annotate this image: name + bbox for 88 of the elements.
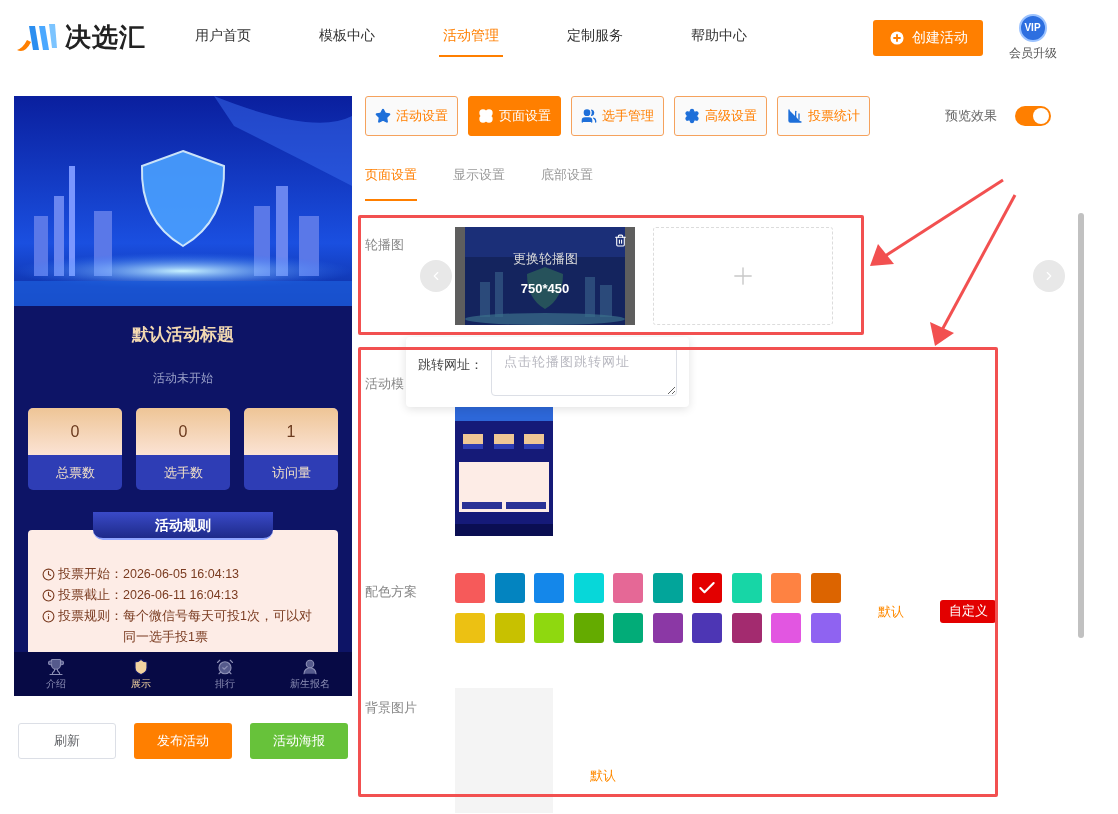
create-activity-button[interactable]: 创建活动 [873, 19, 983, 56]
rule-label: 投票截止： [58, 587, 123, 604]
default-option[interactable]: 默认 [590, 766, 616, 784]
flower-icon [478, 108, 494, 124]
subtab[interactable]: 底部设置 [541, 150, 593, 201]
upgrade-label[interactable]: 会员升级 [1008, 43, 1057, 62]
stat-value: 0 [70, 421, 80, 442]
color-swatch[interactable] [573, 573, 604, 603]
tab-bar-item[interactable]: 新生报名 [267, 652, 352, 696]
action-button[interactable]: 活动海报 [250, 723, 348, 759]
trash-icon[interactable] [614, 234, 627, 247]
color-swatch[interactable] [494, 613, 525, 643]
stat-label: 选手数 [163, 463, 203, 482]
color-swatch[interactable] [692, 613, 723, 643]
rule-value: 2026-06-05 16:04:13 [123, 566, 241, 583]
field-label: 背景图片 [365, 699, 418, 717]
tab-bar-item[interactable]: 展示 [98, 652, 183, 696]
color-swatch[interactable] [692, 573, 723, 603]
color-swatch[interactable] [731, 613, 762, 643]
logo-text: 决选汇 [65, 21, 146, 54]
toolbar-tab[interactable]: 活动设置 [365, 96, 458, 136]
custom-color-button[interactable]: 自定义 [940, 599, 996, 623]
nav-link[interactable]: 帮助中心 [687, 16, 751, 57]
color-swatch[interactable] [613, 573, 644, 603]
rule-value: 2026-06-11 16:04:13 [123, 587, 240, 604]
clock-icon [42, 589, 55, 602]
color-swatch[interactable] [652, 573, 683, 603]
scrollbar-thumb[interactable] [1078, 213, 1084, 638]
stat-label: 访问量 [271, 463, 311, 482]
field-label: 轮播图 [365, 236, 405, 254]
nav-link[interactable]: 模板中心 [315, 16, 379, 57]
toolbar-tab[interactable]: 选手管理 [571, 96, 664, 136]
rules-heading: 活动规则 [93, 512, 273, 540]
color-swatch[interactable] [731, 573, 762, 603]
color-swatch[interactable] [771, 613, 802, 643]
link-label: 跳转网址： [418, 356, 484, 374]
subtab[interactable]: 显示设置 [453, 150, 505, 201]
rule-label: 投票开始： [58, 566, 123, 583]
color-swatch[interactable] [494, 573, 525, 603]
action-button[interactable]: 发布活动 [134, 723, 232, 759]
clock-icon [42, 568, 55, 581]
trophy-icon [47, 657, 66, 676]
field-label: 活动模 [365, 376, 404, 391]
activity-status: 活动未开始 [153, 370, 213, 387]
color-swatch[interactable] [771, 573, 802, 603]
color-swatch[interactable] [652, 613, 683, 643]
stat-value: 0 [178, 421, 188, 442]
toolbar-tab[interactable]: 投票统计 [777, 96, 870, 136]
image-size-label: 750*450 [520, 279, 570, 298]
toolbar-tab[interactable]: 高级设置 [674, 96, 767, 136]
nav-link[interactable]: 用户首页 [191, 16, 255, 57]
plus-circle-icon [888, 28, 906, 47]
color-swatch[interactable] [455, 613, 485, 643]
rule-value: 每个微信号每天可投1次，可以对同一选手投1票 [123, 608, 313, 646]
stat-label: 总票数 [55, 463, 95, 482]
carousel-image[interactable]: 更换轮播图 750*450 [455, 227, 635, 325]
color-swatch[interactable] [455, 573, 485, 603]
activity-title: 默认活动标题 [132, 324, 234, 347]
action-button[interactable]: 刷新 [18, 723, 116, 759]
nav-link[interactable]: 活动管理 [439, 16, 503, 57]
color-swatch[interactable] [811, 613, 842, 643]
toolbar-tab[interactable]: 页面设置 [468, 96, 561, 136]
replace-image-label: 更换轮播图 [512, 250, 578, 268]
star-icon [375, 108, 391, 124]
field-label: 配色方案 [365, 583, 418, 601]
vip-badge: VIP [1018, 13, 1047, 42]
color-swatch[interactable] [534, 613, 565, 643]
color-swatch[interactable] [573, 613, 604, 643]
shield-icon [131, 657, 150, 676]
link-url-field[interactable]: 点击轮播图跳转网址 [491, 347, 677, 396]
info-icon [42, 610, 55, 623]
tab-bar-item[interactable]: 介绍 [14, 652, 99, 696]
person-icon [300, 657, 319, 676]
tab-bar-item[interactable]: 排行 [183, 652, 268, 696]
preview-toggle-label: 预览效果 [945, 107, 997, 126]
preview-toggle[interactable] [1015, 106, 1051, 126]
stat-value: 1 [286, 421, 296, 442]
rule-label: 投票规则： [58, 608, 123, 625]
default-option[interactable]: 默认 [878, 602, 904, 622]
color-swatch[interactable] [811, 573, 842, 603]
nav-link[interactable]: 定制服务 [563, 16, 627, 57]
users-icon [581, 108, 597, 124]
color-swatch[interactable] [534, 573, 565, 603]
subtab[interactable]: 页面设置 [365, 150, 417, 201]
gear-icon [684, 108, 700, 124]
background-image-slot[interactable] [455, 688, 553, 813]
alarm-clock-icon [216, 657, 235, 676]
color-swatch[interactable] [613, 613, 644, 643]
